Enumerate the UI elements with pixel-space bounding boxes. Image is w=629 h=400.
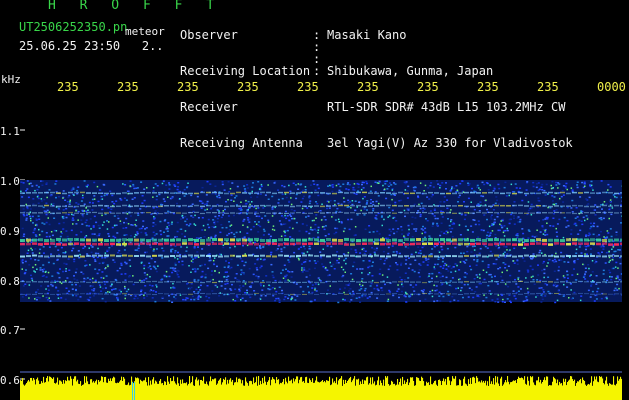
location-value: Shibukawa, Gunma, Japan xyxy=(327,64,494,78)
y-tick-label: 0.7 xyxy=(0,324,20,337)
y-axis-unit: kHz xyxy=(1,73,21,86)
timestamp: 25.06.25 23:50 2.. xyxy=(19,40,164,52)
y-tick-label: 0.9 xyxy=(0,225,20,238)
file-name: UT2506252350.pn xyxy=(19,20,128,34)
audio-level-strip xyxy=(20,376,622,400)
y-tick-label: 1.0 xyxy=(0,175,20,188)
x-tick-label: 0000 xyxy=(597,80,626,94)
observer-label: Observer xyxy=(180,28,238,42)
y-tick-label: 0.6 xyxy=(0,374,20,387)
location-label: Receiving Location xyxy=(180,64,311,78)
x-tick-label: 235 xyxy=(357,80,379,94)
x-tick-label: 235 xyxy=(417,80,439,94)
x-tick-label: 235 xyxy=(57,80,79,94)
observer-value: Masaki Kano xyxy=(327,28,407,42)
detection-label: meteor xyxy=(125,25,165,38)
x-tick-label: 235 xyxy=(117,80,139,94)
x-tick-label: 235 xyxy=(297,80,319,94)
x-tick-label: 235 xyxy=(477,80,499,94)
x-tick-label: 235 xyxy=(537,80,559,94)
spectrogram-plot xyxy=(20,129,622,400)
x-tick-label: 235 xyxy=(177,80,199,94)
hrofft-window: H R O F F T UT2506252350.pn meteor 25.06… xyxy=(0,0,629,400)
x-tick-label: 235 xyxy=(237,80,259,94)
datetime-value: 25.06.25 23:50 xyxy=(19,39,121,53)
datetime-suffix: 2.. xyxy=(141,39,164,53)
y-tick-label: 0.8 xyxy=(0,275,20,288)
y-tick-label: 1.1 xyxy=(0,125,20,138)
